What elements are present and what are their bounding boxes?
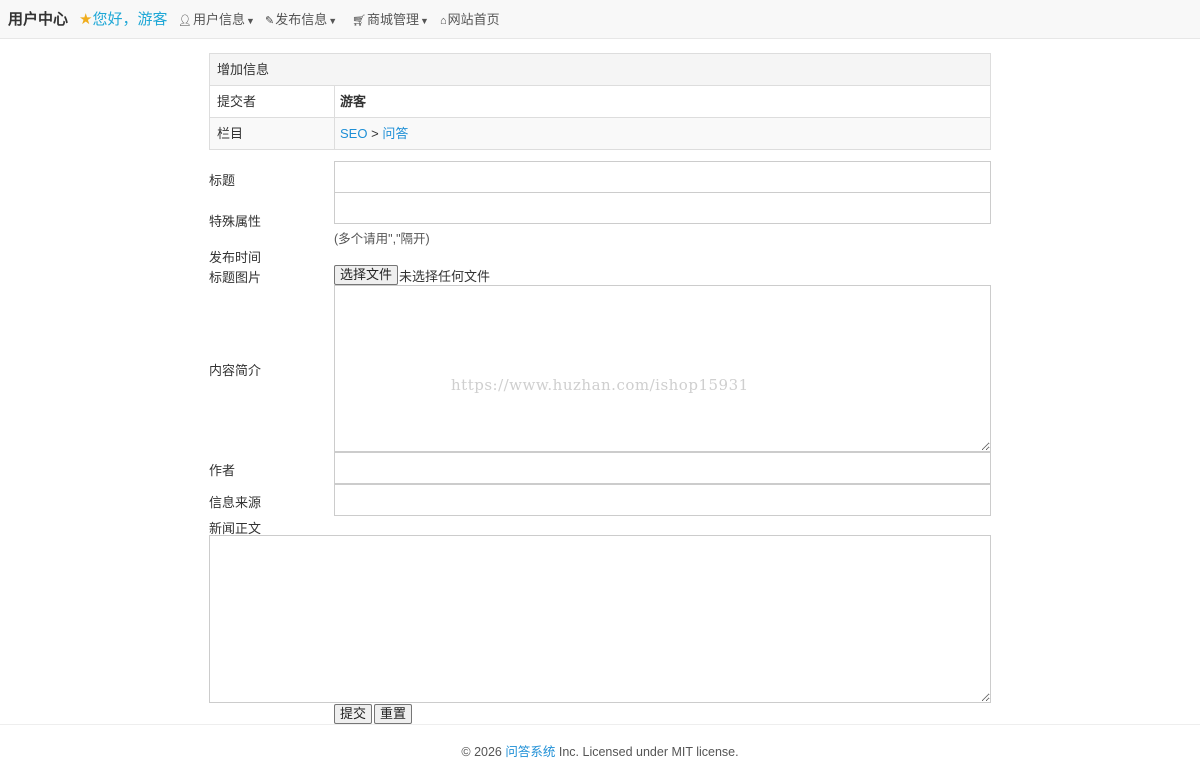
- menu-site-home[interactable]: ⌂网站首页: [440, 0, 500, 39]
- title-input[interactable]: [334, 161, 991, 193]
- publish-time-label: 发布时间: [209, 250, 262, 265]
- submitter-value: 游客: [340, 94, 367, 109]
- footer-copyright: © 2026: [461, 745, 502, 759]
- menu-publish-info-label: 发布信息: [275, 12, 328, 27]
- info-table: 增加信息 提交者 游客 栏目 SEO > 问答: [209, 53, 991, 150]
- menu-publish-info[interactable]: ✎发布信息▼: [265, 0, 337, 39]
- special-attr-label: 特殊属性: [209, 214, 262, 229]
- column-row: 栏目 SEO > 问答: [210, 117, 990, 149]
- breadcrumb-qa-link[interactable]: 问答: [382, 126, 408, 141]
- top-navbar: 用户中心 ★您好，游客 👤︎用户信息▼ ✎发布信息▼ 🛒︎商城管理▼ ⌂网站首页: [0, 0, 1200, 39]
- home-icon: ⌂: [440, 15, 447, 27]
- info-header: 增加信息: [217, 62, 270, 77]
- source-label: 信息来源: [209, 495, 262, 510]
- summary-label: 内容简介: [209, 363, 262, 378]
- menu-user-info[interactable]: 👤︎用户信息▼: [178, 0, 255, 39]
- reset-button[interactable]: 重置: [374, 704, 413, 724]
- title-image-label: 标题图片: [209, 270, 262, 285]
- footer-license: Inc. Licensed under MIT license.: [558, 745, 739, 759]
- breadcrumb-separator: >: [371, 126, 379, 141]
- cart-icon: 🛒︎: [352, 15, 366, 27]
- title-label: 标题: [209, 173, 236, 188]
- caret-down-icon: ▼: [419, 16, 429, 26]
- footer-site-link[interactable]: 问答系统: [505, 745, 555, 759]
- menu-shop-manage-label: 商城管理: [366, 12, 419, 27]
- footer-divider: [0, 724, 1200, 725]
- footer: © 2026 问答系统 Inc. Licensed under MIT lice…: [0, 741, 1200, 760]
- caret-down-icon: ▼: [245, 16, 255, 26]
- summary-textarea[interactable]: [334, 285, 991, 452]
- file-status-text: 未选择任何文件: [399, 269, 491, 284]
- column-breadcrumb: SEO > 问答: [335, 118, 408, 149]
- greeting-link[interactable]: ★您好，游客: [79, 0, 167, 39]
- menu-user-info-label: 用户信息: [192, 12, 245, 27]
- menu-site-home-label: 网站首页: [447, 12, 500, 27]
- column-label: 栏目: [210, 118, 335, 149]
- special-attr-input[interactable]: [334, 192, 991, 224]
- greeting-text: 您好，游客: [92, 11, 168, 28]
- caret-down-icon: ▼: [328, 16, 338, 26]
- submitter-label: 提交者: [210, 86, 335, 117]
- author-input[interactable]: [334, 452, 991, 484]
- submitter-row: 提交者 游客: [210, 85, 990, 117]
- source-input[interactable]: [334, 484, 991, 516]
- menu-shop-manage[interactable]: 🛒︎商城管理▼: [352, 0, 429, 39]
- user-icon: 👤︎: [178, 15, 192, 27]
- edit-icon: ✎: [265, 15, 275, 27]
- star-icon: ★: [79, 11, 93, 28]
- author-label: 作者: [209, 463, 236, 478]
- brand-link[interactable]: 用户中心: [8, 0, 68, 39]
- special-attr-hint: (多个请用","隔开): [334, 232, 430, 246]
- info-header-row: 增加信息: [210, 54, 990, 85]
- body-textarea[interactable]: [209, 535, 991, 703]
- choose-file-button[interactable]: 选择文件: [334, 265, 399, 285]
- breadcrumb-seo-link[interactable]: SEO: [340, 126, 367, 141]
- submit-button[interactable]: 提交: [334, 704, 373, 724]
